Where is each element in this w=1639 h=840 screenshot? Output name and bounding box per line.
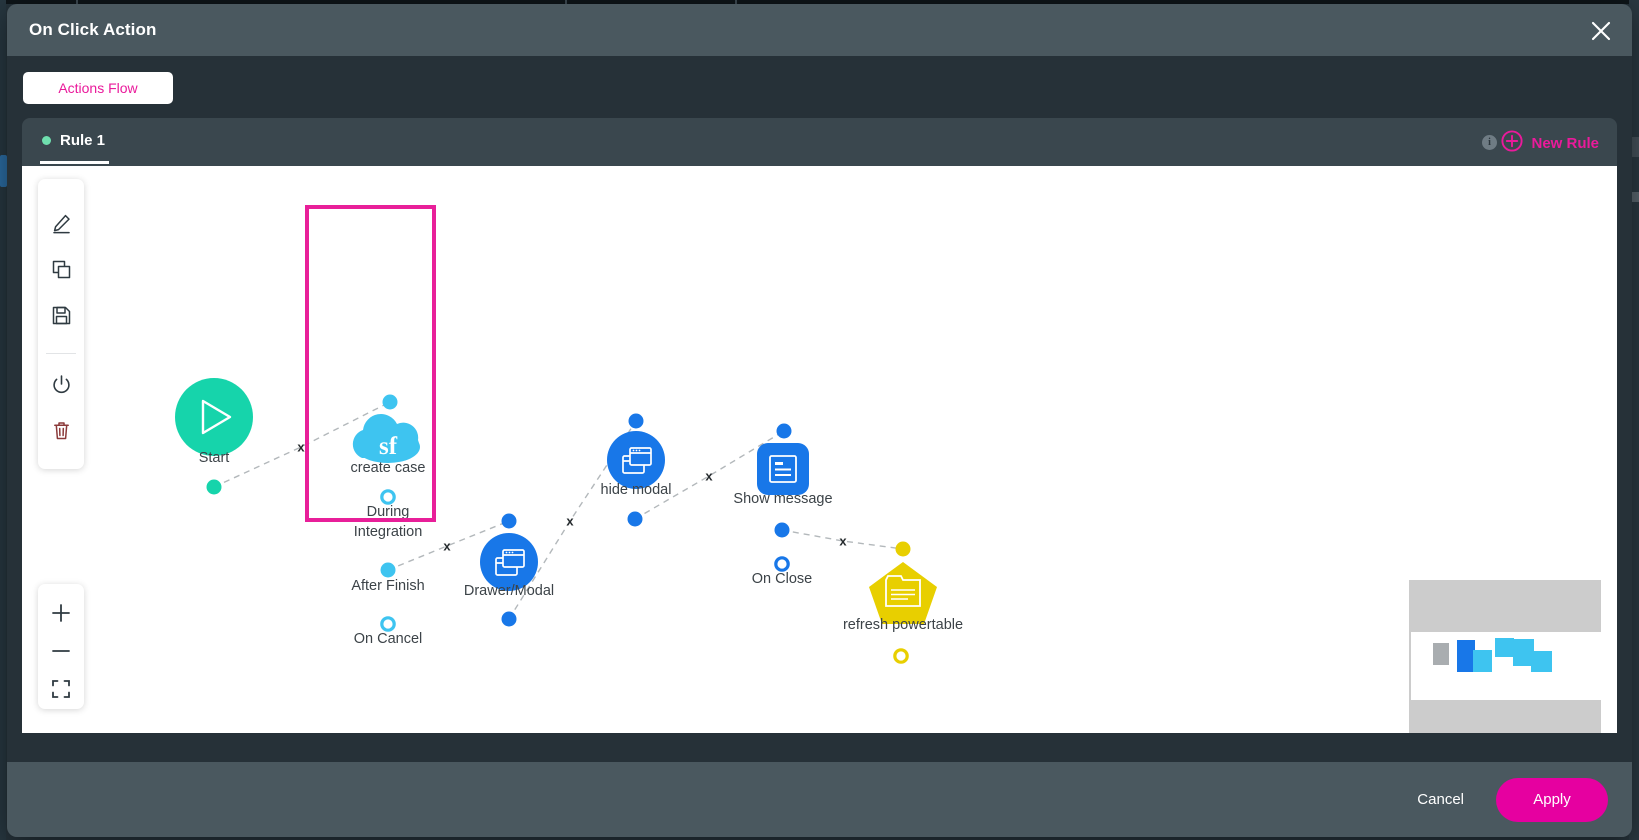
- minimap-node: [1473, 650, 1492, 672]
- apply-button[interactable]: Apply: [1496, 777, 1608, 822]
- background-left-rail: [0, 0, 6, 840]
- minimap-node: [1433, 643, 1449, 665]
- port-create-case-after-finish: [380, 562, 396, 578]
- info-icon[interactable]: i: [1482, 135, 1497, 150]
- rule-tab-rule-1[interactable]: Rule 1: [40, 126, 110, 164]
- zoom-in-button[interactable]: [44, 594, 78, 632]
- copy-icon[interactable]: [44, 252, 78, 286]
- tabs-bar: Actions Flow: [7, 56, 1632, 118]
- flow-node-start: [175, 378, 253, 495]
- plus-circle-icon: [1501, 130, 1524, 157]
- rule-tab-label: Rule 1: [60, 131, 106, 149]
- rules-bar: Rule 1 i New Rule: [22, 118, 1617, 166]
- port-show-message-in: [776, 423, 792, 439]
- pentagon-shape: [869, 562, 937, 624]
- background-left-accent: [0, 155, 7, 187]
- port-drawer-modal-in: [501, 513, 517, 529]
- page-title: On Click Action: [29, 20, 157, 39]
- modal-footer: Cancel Apply: [7, 762, 1632, 837]
- port-drawer-modal-out: [501, 611, 517, 627]
- port-hide-modal-out: [627, 511, 643, 527]
- connector-remove-marker[interactable]: x: [297, 440, 304, 455]
- zoom-controls: [38, 584, 84, 709]
- flow-graph: sf: [175, 378, 937, 664]
- minimap-viewport[interactable]: [1411, 632, 1601, 700]
- connector-remove-marker[interactable]: x: [839, 534, 846, 549]
- close-icon[interactable]: [1588, 18, 1614, 44]
- power-icon[interactable]: [44, 367, 78, 401]
- connectors: [213, 401, 904, 620]
- modal-header: On Click Action: [7, 4, 1632, 56]
- cancel-button[interactable]: Cancel: [1411, 783, 1470, 816]
- connector-remove-marker[interactable]: x: [705, 469, 712, 484]
- minimap-node: [1495, 638, 1514, 657]
- on-click-action-modal: On Click Action Actions Flow Rule 1 i Ne…: [7, 4, 1632, 837]
- trash-icon[interactable]: [44, 413, 78, 447]
- tab-actions-flow[interactable]: Actions Flow: [23, 72, 173, 104]
- connector-remove-marker[interactable]: x: [566, 514, 573, 529]
- port-refresh-powertable-in: [895, 541, 911, 557]
- port-create-case-in: [382, 394, 398, 410]
- canvas-minimap[interactable]: [1409, 580, 1601, 733]
- connector-remove-marker[interactable]: x: [443, 539, 450, 554]
- port-show-message-on-close: [774, 556, 790, 572]
- port-show-message-out: [774, 522, 790, 538]
- flow-node-show-message: [757, 423, 809, 572]
- salesforce-cloud-icon: sf: [352, 414, 420, 463]
- zoom-out-button[interactable]: [44, 632, 78, 670]
- flow-node-create-case: sf: [352, 394, 420, 632]
- port-refresh-powertable-out: [893, 648, 909, 664]
- tab-actions-flow-label: Actions Flow: [58, 80, 138, 96]
- port-hide-modal-in: [628, 413, 644, 429]
- floppy-disk-icon[interactable]: [44, 298, 78, 332]
- add-new-rule-label: New Rule: [1531, 135, 1599, 152]
- port-create-case-during-integration: [380, 489, 396, 505]
- toolbar-divider: [46, 353, 76, 354]
- svg-text:sf: sf: [379, 433, 398, 460]
- pencil-icon[interactable]: [44, 206, 78, 240]
- flow-node-refresh-powertable: [869, 541, 937, 664]
- port-start-out: [206, 479, 222, 495]
- rule-status-dot: [42, 135, 51, 145]
- node-tool-palette: [38, 179, 84, 469]
- add-new-rule-button[interactable]: New Rule: [1501, 130, 1599, 157]
- flow-node-hide-modal: [607, 413, 665, 527]
- flow-canvas[interactable]: sf Start create case During Integration …: [22, 166, 1617, 733]
- port-create-case-on-cancel: [380, 616, 396, 632]
- flow-node-drawer-modal: [480, 513, 538, 627]
- minimap-node: [1531, 651, 1552, 672]
- fit-to-screen-icon[interactable]: [44, 670, 78, 708]
